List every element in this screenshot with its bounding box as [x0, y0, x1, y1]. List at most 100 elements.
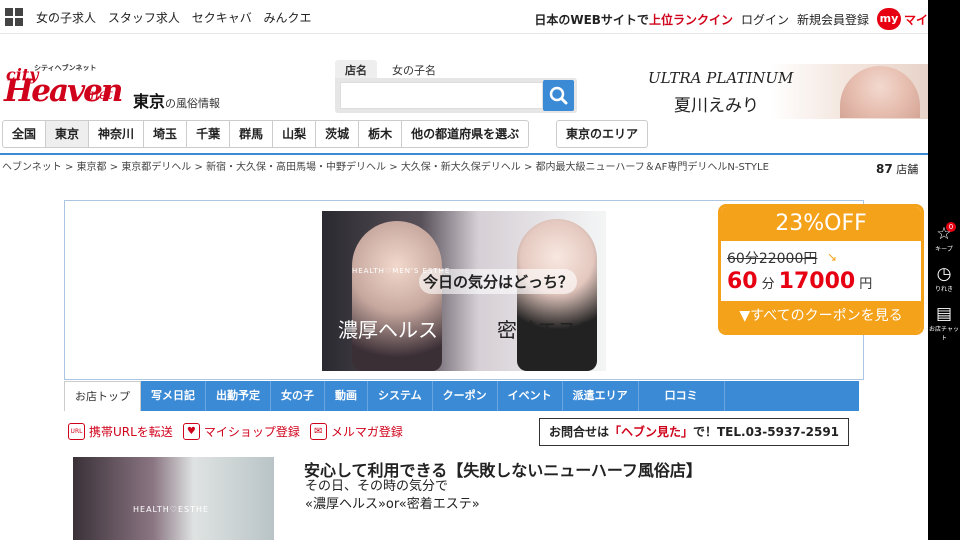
- breadcrumb-item[interactable]: 東京都デリヘル: [121, 162, 191, 173]
- shop-image-right-text: 密着エステ: [497, 318, 597, 342]
- store-count: 87 店舗: [876, 161, 918, 177]
- ad-banner[interactable]: ULTRA PLATINUM 夏川えみり: [640, 64, 928, 119]
- top-link-sexy-cabaret[interactable]: セクキャバ: [192, 11, 252, 25]
- top-link-minque[interactable]: みんクエ: [264, 11, 312, 25]
- banner-photo: [840, 66, 920, 118]
- banner-name: 夏川えみり: [674, 96, 759, 116]
- mailmag-register-label: メルマガ登録: [330, 425, 403, 439]
- inquiry-phone: で！TEL.03-5937-2591: [692, 425, 840, 439]
- site-logo[interactable]: city シティヘブンネット Heaven net: [4, 63, 128, 111]
- shop-tab-top[interactable]: お店トップ: [64, 381, 141, 411]
- thumbnail-text: HEALTH♡ESTHE: [133, 505, 210, 514]
- coupon-old-price: 60分22000円: [727, 251, 818, 267]
- heart-icon: ♥: [182, 423, 200, 440]
- register-link[interactable]: 新規会員登録: [797, 11, 869, 28]
- prefecture-nav: 全国 東京 神奈川 埼玉 千葉 群馬 山梨 茨城 栃木 他の都道府県を選ぶ: [2, 120, 530, 148]
- top-link-staff-recruit[interactable]: スタッフ求人: [108, 11, 180, 25]
- coupon-see-all-button[interactable]: ▼すべてのクーポンを見る: [721, 301, 921, 332]
- shop-action-links: URL 携帯URLを転送 ♥ マイショップ登録 ✉ メルマガ登録: [68, 423, 413, 440]
- top-links: 女の子求人 スタッフ求人 セクキャバ みんクエ: [36, 9, 320, 26]
- pref-tab-tokyo[interactable]: 東京: [46, 120, 90, 148]
- tokyo-area-button[interactable]: 東京のエリア: [556, 120, 648, 148]
- pref-tab-chiba[interactable]: 千葉: [187, 120, 231, 148]
- breadcrumb-current: 都内最大級ニューハーフ＆AF専門デリヘルN-STYLE: [535, 162, 769, 173]
- search-box: [335, 78, 577, 113]
- shop-image-question: 今日の気分はどっち？: [419, 269, 578, 294]
- right-sidebar: ☆ 0 キープ ◷ りれき ▤ お店チャット: [928, 0, 960, 540]
- grid-menu-icon[interactable]: [5, 8, 23, 26]
- transfer-url-label: 携帯URLを転送: [89, 425, 173, 439]
- pref-tab-all[interactable]: 全国: [2, 120, 47, 148]
- shop-tab-diary[interactable]: 写メ日記: [141, 381, 206, 411]
- history-clock-icon: ◷: [936, 264, 952, 284]
- header-divider: [0, 153, 928, 155]
- pref-tab-kanagawa[interactable]: 神奈川: [89, 120, 145, 148]
- coupon-box[interactable]: 23%OFF 60分22000円 ↘ 60 分 17000 円 ▼すべてのクーポンを見…: [718, 204, 924, 335]
- shop-thumbnail[interactable]: HEALTH♡ESTHE: [73, 457, 274, 540]
- shop-tabs: お店トップ 写メ日記 出勤予定 女の子 動画 システム クーポン イベント 派遣…: [64, 381, 859, 411]
- shop-tab-event[interactable]: イベント: [498, 381, 563, 411]
- keep-button[interactable]: ☆ 0 キープ: [928, 222, 960, 253]
- myshop-register-link[interactable]: ♥ マイショップ登録: [182, 423, 300, 440]
- coupon-new-price: 60 分 17000 円: [727, 269, 876, 294]
- pref-tab-yamanashi[interactable]: 山梨: [273, 120, 317, 148]
- breadcrumb-item[interactable]: 大久保・新大久保デリヘル: [401, 162, 521, 173]
- mobile-url-icon: URL: [68, 423, 85, 440]
- myshop-register-label: マイショップ登録: [203, 425, 300, 439]
- pref-tab-ibaraki[interactable]: 茨城: [316, 120, 360, 148]
- shop-description: その日、その時の気分で «濃厚ヘルス»or«密着エステ»: [305, 478, 480, 514]
- logo-net-text: net: [90, 87, 113, 103]
- site-ranking-prefix: 日本のWEBサイトで: [534, 12, 649, 27]
- shop-tab-system[interactable]: システム: [368, 381, 433, 411]
- logo-tagline: シティヘブンネット: [34, 64, 97, 72]
- search-area: 店名 女の子名: [335, 58, 577, 113]
- mailmag-register-link[interactable]: ✉ メルマガ登録: [309, 423, 403, 440]
- coupon-yen: 円: [859, 277, 873, 292]
- history-button[interactable]: ◷ りれき: [928, 264, 960, 293]
- my-icon[interactable]: my: [876, 8, 901, 30]
- transfer-url-link[interactable]: URL 携帯URLを転送: [68, 423, 173, 440]
- pref-tab-tochigi[interactable]: 栃木: [359, 120, 403, 148]
- pref-tab-gunma[interactable]: 群馬: [230, 120, 274, 148]
- shop-tab-schedule[interactable]: 出勤予定: [206, 381, 271, 411]
- breadcrumb-item[interactable]: ヘブンネット: [2, 162, 62, 173]
- search-input[interactable]: [340, 82, 543, 109]
- chat-icon: ▤: [935, 304, 953, 324]
- breadcrumb-item[interactable]: 新宿・大久保・高田馬場・中野デリヘル: [206, 162, 386, 173]
- region-suffix: の風俗情報: [165, 97, 221, 110]
- shop-tab-reviews[interactable]: 口コミ: [639, 381, 725, 411]
- keep-label: キープ: [935, 246, 953, 253]
- store-count-number: 87: [876, 162, 893, 176]
- description-line: «濃厚ヘルス»or«密着エステ»: [305, 497, 480, 512]
- shop-image-girl-right: [517, 219, 597, 371]
- mail-icon: ✉: [309, 423, 327, 440]
- chat-button[interactable]: ▤ お店チャット: [928, 304, 960, 342]
- shop-main-image[interactable]: HEALTH♡MEN'S ESTHE 今日の気分はどっち？ 濃厚ヘルス 密着エス…: [322, 211, 606, 371]
- coupon-arrow-icon: ↘: [827, 250, 838, 264]
- top-right: 日本のWEBサイトで 上位ランクイン ログイン 新規会員登録 my マイ: [534, 8, 928, 30]
- shop-tab-video[interactable]: 動画: [325, 381, 368, 411]
- coupon-price: 17000: [778, 269, 856, 294]
- shop-image-left-text: 濃厚ヘルス: [338, 318, 438, 342]
- site-ranking-highlight[interactable]: 上位ランクイン: [649, 11, 733, 28]
- login-link[interactable]: ログイン: [741, 11, 789, 28]
- region-name: 東京: [133, 92, 166, 111]
- search-button[interactable]: [543, 80, 574, 111]
- history-label: りれき: [934, 286, 953, 293]
- store-count-unit: 店舗: [896, 163, 919, 176]
- inquiry-prefix: お問合せは: [548, 425, 609, 439]
- description-line: その日、その時の気分で: [305, 479, 449, 494]
- my-page-link[interactable]: マイ: [904, 11, 928, 28]
- shop-tab-area[interactable]: 派遣エリア: [563, 381, 639, 411]
- breadcrumb-item[interactable]: 東京都: [77, 162, 107, 173]
- search-icon: [549, 86, 568, 105]
- pref-tab-other[interactable]: 他の都道府県を選ぶ: [402, 120, 530, 148]
- inquiry-phone-box[interactable]: お問合せは「ヘブン見た」で！TEL.03-5937-2591: [539, 418, 849, 446]
- pref-tab-saitama[interactable]: 埼玉: [144, 120, 188, 148]
- breadcrumb: ヘブンネット > 東京都 > 東京都デリヘル > 新宿・大久保・高田馬場・中野デ…: [2, 162, 769, 173]
- shop-tab-coupon[interactable]: クーポン: [433, 381, 498, 411]
- top-link-girls-recruit[interactable]: 女の子求人: [36, 11, 96, 25]
- banner-brand: ULTRA PLATINUM: [648, 69, 794, 87]
- shop-tab-girls[interactable]: 女の子: [271, 381, 325, 411]
- coupon-minute-unit: 分: [761, 277, 775, 292]
